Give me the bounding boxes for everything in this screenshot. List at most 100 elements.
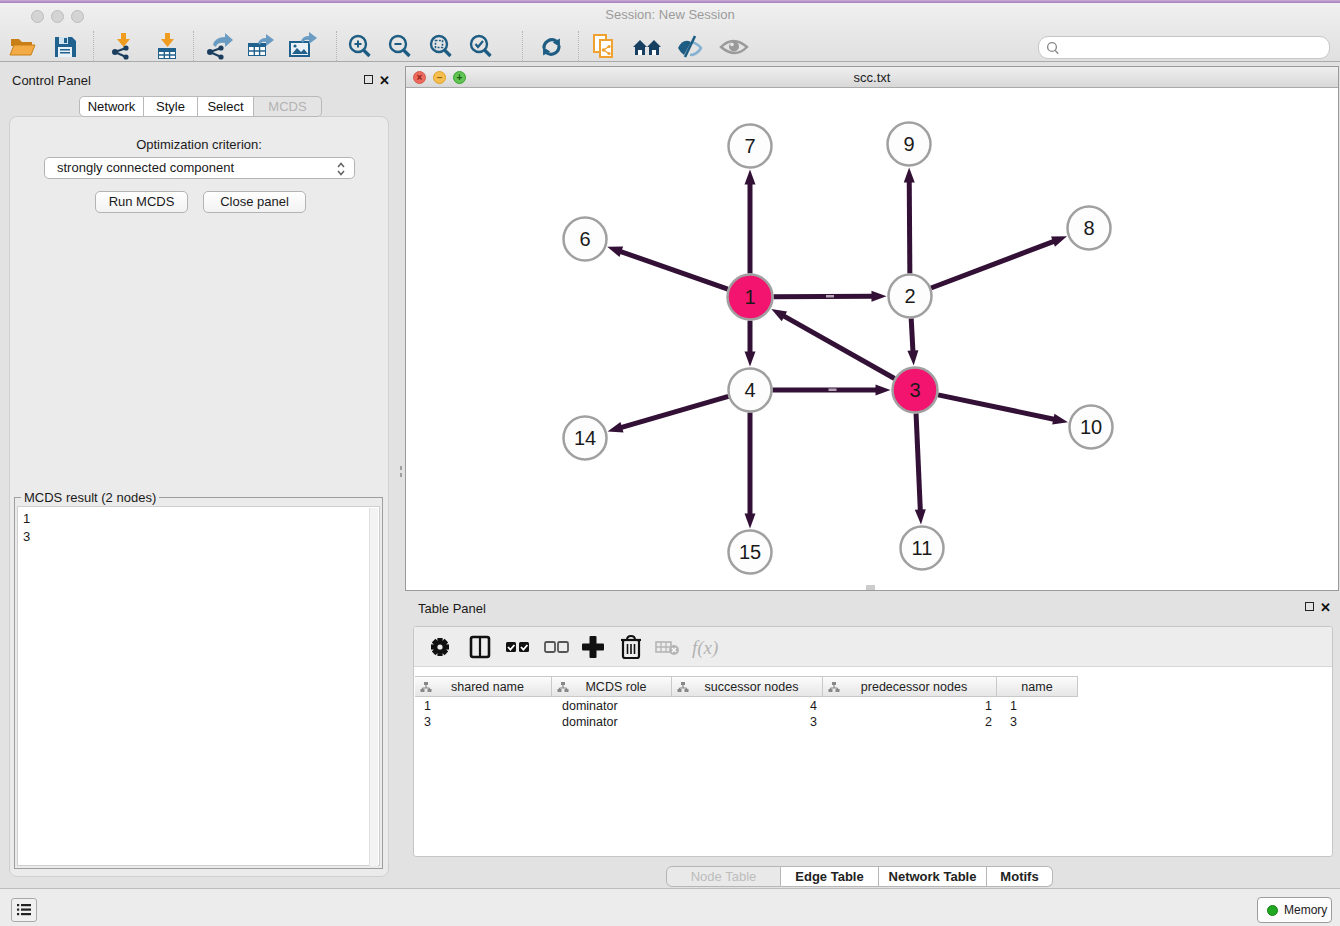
delete-column-icon[interactable]: [652, 631, 684, 663]
edge-arrowhead: [915, 509, 926, 524]
memory-button[interactable]: Memory: [1257, 897, 1332, 923]
run-mcds-button[interactable]: Run MCDS: [95, 191, 188, 213]
edge-arrowhead: [608, 422, 624, 433]
dropdown-chevrons-icon: [336, 161, 346, 177]
control-panel-title: Control Panel: [12, 73, 91, 88]
mcds-result-area[interactable]: 1 3: [17, 506, 380, 866]
tab-mcds[interactable]: MCDS: [254, 96, 322, 117]
window-title: Session: New Session: [0, 7, 1340, 22]
show-column-icon[interactable]: [464, 631, 496, 663]
tab-network[interactable]: Network: [79, 96, 144, 117]
float-table-panel-icon[interactable]: [1305, 602, 1314, 611]
first-neighbors-icon[interactable]: [630, 31, 664, 63]
close-table-panel-icon[interactable]: ✕: [1320, 602, 1331, 613]
zoom-fit-icon[interactable]: [424, 31, 458, 63]
optimization-criterion-label: Optimization criterion:: [0, 137, 398, 152]
export-table-icon[interactable]: [242, 31, 276, 63]
edge-3-11[interactable]: [916, 413, 920, 512]
refresh-icon[interactable]: [535, 31, 569, 63]
table-row[interactable]: 1dominator411: [415, 698, 1083, 714]
tab-style[interactable]: Style: [144, 96, 198, 117]
close-panel-icon[interactable]: ✕: [379, 75, 390, 86]
select-all-checkboxes-icon[interactable]: [502, 631, 534, 663]
column-type-icon: [420, 681, 432, 693]
network-window-title: scc.txt: [406, 70, 1338, 85]
settings-gear-icon[interactable]: [424, 631, 456, 663]
manage-networks-icon[interactable]: [588, 31, 622, 63]
open-file-icon[interactable]: [5, 31, 39, 63]
tab-select[interactable]: Select: [198, 96, 254, 117]
search-field[interactable]: [1038, 36, 1330, 59]
network-window-titlebar[interactable]: × – + scc.txt: [406, 67, 1338, 88]
node-label: 14: [574, 427, 596, 449]
task-history-button[interactable]: [11, 898, 37, 922]
search-input[interactable]: [1063, 38, 1323, 57]
import-table-icon[interactable]: [150, 31, 184, 63]
table-cell: 1: [826, 698, 1001, 714]
edge-3-1[interactable]: [782, 315, 895, 379]
optimization-criterion-dropdown[interactable]: strongly connected component: [44, 157, 355, 179]
splitter-grip[interactable]: [400, 466, 402, 470]
delete-row-icon[interactable]: [615, 631, 647, 663]
edge-arrowhead: [1052, 414, 1068, 425]
result-scrollbar[interactable]: [369, 508, 378, 866]
node-label: 6: [579, 228, 590, 250]
tab-node-table[interactable]: Node Table: [666, 866, 781, 887]
tab-motifs[interactable]: Motifs: [987, 866, 1053, 887]
export-network-icon[interactable]: [201, 31, 235, 63]
mcds-result-text: 1 3: [23, 510, 30, 546]
zoom-selected-icon[interactable]: [464, 31, 498, 63]
toolbar-separator: [578, 31, 579, 61]
memory-label: Memory: [1284, 903, 1327, 917]
edge-2-9[interactable]: [909, 179, 910, 273]
export-image-icon[interactable]: [284, 31, 318, 63]
table-row[interactable]: 3dominator323: [415, 714, 1083, 730]
column-header-shared-name[interactable]: shared name: [415, 676, 552, 697]
import-network-icon[interactable]: [106, 31, 140, 63]
deselect-all-checkboxes-icon[interactable]: [541, 631, 573, 663]
splitter-grip[interactable]: [400, 473, 402, 477]
column-header-name[interactable]: name: [997, 676, 1078, 697]
node-label: 8: [1083, 217, 1094, 239]
zoom-out-icon[interactable]: [383, 31, 417, 63]
hide-selected-icon[interactable]: [673, 31, 707, 63]
edge-3-10[interactable]: [938, 395, 1056, 420]
edge-1-6[interactable]: [618, 251, 727, 289]
node-label: 3: [909, 379, 920, 401]
toolbar-separator: [522, 31, 523, 61]
edge-arrowhead: [607, 247, 623, 257]
show-all-icon[interactable]: [717, 31, 751, 63]
column-type-icon: [557, 681, 569, 693]
tab-edge-table[interactable]: Edge Table: [781, 866, 879, 887]
edge-4-14[interactable]: [619, 396, 728, 428]
edge-2-8[interactable]: [931, 241, 1056, 288]
network-graph-canvas[interactable]: 1234678910111415: [406, 88, 1338, 590]
table-cell: 4: [674, 698, 826, 714]
edge-arrowhead: [871, 291, 886, 302]
column-header-MCDS-role[interactable]: MCDS role: [552, 676, 672, 697]
canvas-grip[interactable]: [866, 585, 875, 590]
edge-1-2[interactable]: [773, 296, 874, 297]
node-label: 11: [912, 537, 933, 559]
column-header-successor-nodes[interactable]: successor nodes: [672, 676, 823, 697]
zoom-in-icon[interactable]: [343, 31, 377, 63]
control-panel-tabs: NetworkStyleSelectMCDS: [79, 96, 322, 117]
mcds-result-title: MCDS result (2 nodes): [21, 490, 159, 505]
node-label: 4: [744, 379, 755, 401]
table-cell: 3: [415, 714, 553, 730]
tab-network-table[interactable]: Network Table: [879, 866, 987, 887]
table-cell: 1: [1001, 698, 1083, 714]
edge-2-3[interactable]: [911, 318, 913, 353]
edge-arrowhead: [904, 167, 915, 182]
node-label: 2: [904, 285, 915, 307]
column-header-predecessor-nodes[interactable]: predecessor nodes: [823, 676, 997, 697]
mcds-result-box: MCDS result (2 nodes) 1 3: [14, 497, 383, 869]
node-label: 7: [744, 135, 755, 157]
edge-arrowhead: [1051, 236, 1067, 246]
save-session-icon[interactable]: [48, 31, 82, 63]
add-row-icon[interactable]: [577, 631, 609, 663]
function-builder-icon[interactable]: f(x): [688, 631, 720, 663]
close-panel-button[interactable]: Close panel: [203, 191, 306, 213]
svg-text:f(x): f(x): [692, 637, 718, 659]
float-panel-icon[interactable]: [364, 75, 373, 84]
